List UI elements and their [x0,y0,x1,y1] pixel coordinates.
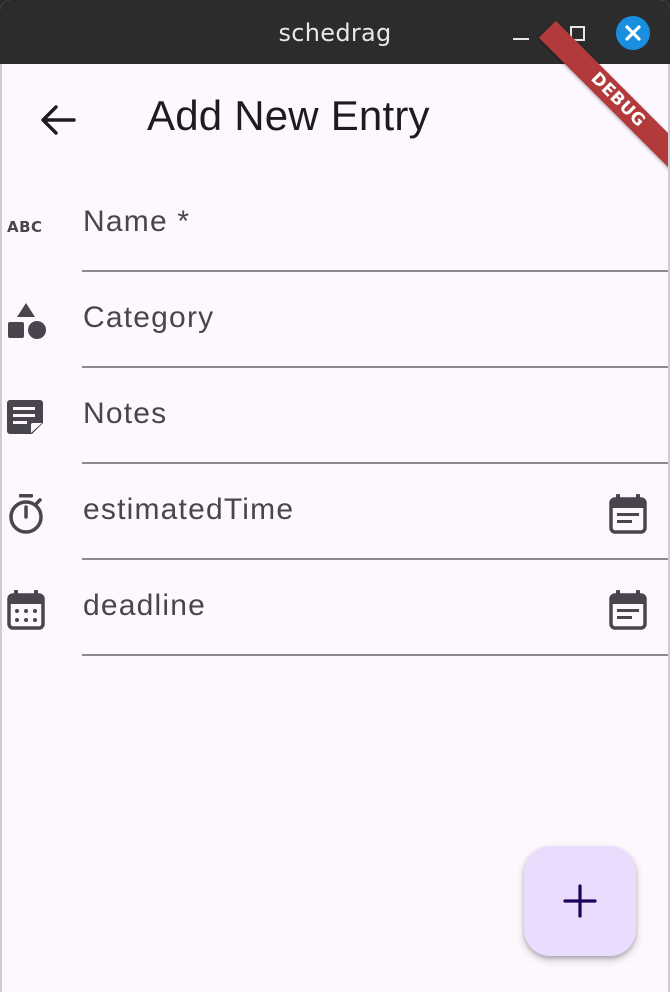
minimize-button[interactable] [504,16,538,50]
category-shapes-icon [4,300,48,344]
back-button[interactable] [32,94,84,146]
page-title: Add New Entry [147,92,430,139]
deadline-field[interactable]: deadline [0,560,670,656]
estimated-time-field[interactable]: estimatedTime [0,464,670,560]
timer-icon [4,492,48,536]
add-icon [563,884,597,918]
app-window: schedrag Add New Entry DEBUG ABC Name * … [0,0,670,992]
window-border-left [0,64,2,992]
deadline-field-label: deadline [83,589,207,622]
notes-field-label: Notes [83,397,168,430]
arrow-back-icon [41,105,76,135]
page-content: Add New Entry DEBUG ABC Name * Category … [0,20,670,992]
svg-text:ABC: ABC [7,218,43,236]
close-icon [616,16,650,50]
name-field[interactable]: ABC Name * [0,176,670,272]
calendar-view-icon[interactable] [606,588,650,632]
calendar-month-icon [4,588,48,632]
category-field-label: Category [83,301,215,334]
app-bar: Add New Entry [0,64,670,176]
add-entry-button[interactable] [524,846,636,956]
sticky-note-icon [4,396,48,440]
close-button[interactable] [616,16,650,50]
estimated-time-field-label: estimatedTime [83,493,295,526]
abc-icon: ABC [4,204,48,248]
notes-field[interactable]: Notes [0,368,670,464]
calendar-view-icon[interactable] [606,492,650,536]
category-field[interactable]: Category [0,272,670,368]
name-field-label: Name * [83,205,191,238]
deadline-field-underline [82,654,668,656]
